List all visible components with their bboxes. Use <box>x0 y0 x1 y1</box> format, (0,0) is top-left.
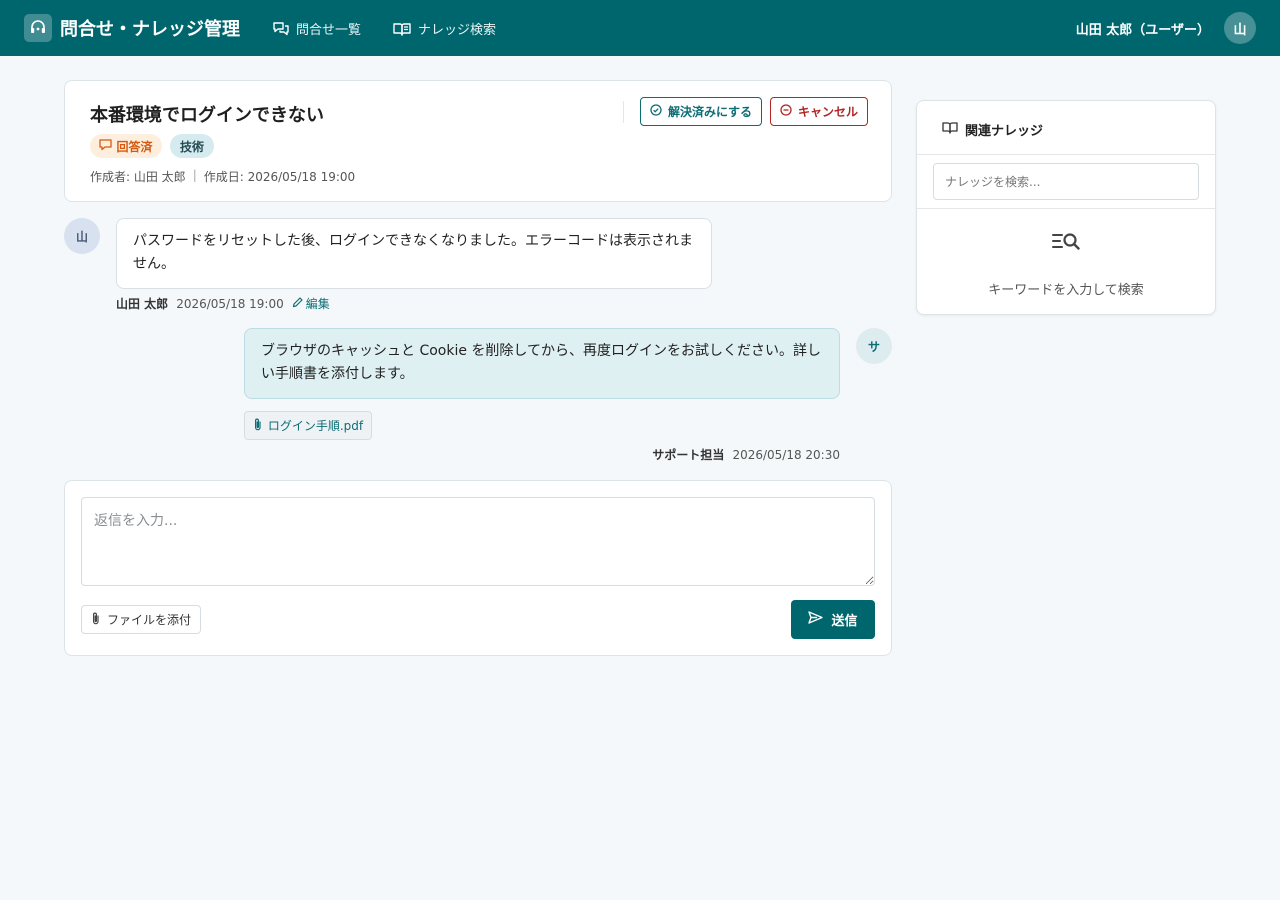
ticket-created: 作成日: 2026/05/18 19:00 <box>203 170 356 184</box>
reply-bubble-icon <box>99 138 113 154</box>
message-avatar: サ <box>856 328 892 364</box>
send-icon <box>808 611 824 628</box>
knowledge-empty-text: キーワードを入力して検索 <box>988 283 1144 298</box>
cancel-button-label: キャンセル <box>797 105 858 119</box>
paperclip-icon <box>253 418 263 434</box>
edit-link-label: 編集 <box>305 297 330 311</box>
message-bubble: パスワードをリセットした後、ログインできなくなりました。エラーコードは表示されま… <box>116 218 712 289</box>
message-author: サポート担当 <box>652 448 725 462</box>
nav-inquiries[interactable]: 問合せ一覧 <box>273 19 361 38</box>
user-avatar[interactable]: 山 <box>1224 12 1256 44</box>
minus-circle-icon <box>780 104 792 119</box>
related-knowledge-panel: 関連ナレッジ キーワードを入力して検索 <box>916 100 1216 315</box>
reply-card: ファイルを添付 送信 <box>64 480 892 656</box>
header-divider <box>623 101 624 123</box>
chat-list-icon <box>273 21 289 36</box>
ticket-header-card: 本番環境でログインできない 解決済みにする キャンセル 回答済 技術 作成者: … <box>64 80 892 202</box>
nav-inquiries-label: 問合せ一覧 <box>296 23 362 38</box>
message-time: 2026/05/18 19:00 <box>176 296 284 311</box>
current-user-name: 山田 太郎（ユーザー） <box>1075 23 1210 38</box>
attach-file-label: ファイルを添付 <box>106 613 191 627</box>
edit-message-link[interactable]: 編集 <box>292 295 330 312</box>
category-badge: 技術 <box>170 134 214 158</box>
message-time: 2026/05/18 20:30 <box>732 447 840 462</box>
pencil-icon <box>292 296 303 311</box>
send-button[interactable]: 送信 <box>791 600 875 639</box>
meta-separator: | <box>192 168 197 182</box>
book-icon <box>393 22 411 36</box>
nav-knowledge[interactable]: ナレッジ検索 <box>393 19 496 38</box>
message-meta: サポート担当 2026/05/18 20:30 <box>652 446 840 463</box>
book-icon <box>942 121 958 138</box>
send-button-label: 送信 <box>831 614 858 629</box>
message-meta: 山田 太郎 2026/05/18 19:00 編集 <box>116 295 330 312</box>
message-author: 山田 太郎 <box>116 297 169 311</box>
paperclip-icon <box>91 612 101 628</box>
knowledge-search-input[interactable] <box>933 163 1199 200</box>
status-badge-label: 回答済 <box>116 139 153 154</box>
headset-logo-icon <box>24 14 52 42</box>
reply-input[interactable] <box>81 497 875 586</box>
ticket-meta: 作成者: 山田 太郎 | 作成日: 2026/05/18 19:00 <box>90 168 355 185</box>
app-header: 問合せ・ナレッジ管理 問合せ一覧 ナレッジ検索 山田 太郎（ユーザー） 山 <box>0 0 1280 56</box>
message-avatar: 山 <box>64 218 100 254</box>
resolve-button[interactable]: 解決済みにする <box>640 97 762 126</box>
ticket-author: 作成者: 山田 太郎 <box>90 170 186 184</box>
ticket-title: 本番環境でログインできない <box>90 105 324 126</box>
resolve-button-label: 解決済みにする <box>667 105 753 119</box>
knowledge-panel-header: 関連ナレッジ <box>917 101 1215 155</box>
status-badge: 回答済 <box>90 134 162 158</box>
cancel-button[interactable]: キャンセル <box>770 97 868 126</box>
knowledge-title-label: 関連ナレッジ <box>965 124 1044 139</box>
attach-file-button[interactable]: ファイルを添付 <box>81 605 201 634</box>
nav-knowledge-label: ナレッジ検索 <box>418 23 497 38</box>
search-list-icon <box>1052 231 1080 257</box>
knowledge-divider <box>917 208 1215 209</box>
app-title[interactable]: 問合せ・ナレッジ管理 <box>60 15 240 41</box>
message-bubble: ブラウザのキャッシュと Cookie を削除してから、再度ログインをお試しくださ… <box>244 328 840 399</box>
knowledge-panel-title: 関連ナレッジ <box>942 120 1043 139</box>
attachment-name: ログイン手順.pdf <box>267 419 364 433</box>
attachment-file[interactable]: ログイン手順.pdf <box>244 411 372 440</box>
check-circle-icon <box>650 104 662 119</box>
